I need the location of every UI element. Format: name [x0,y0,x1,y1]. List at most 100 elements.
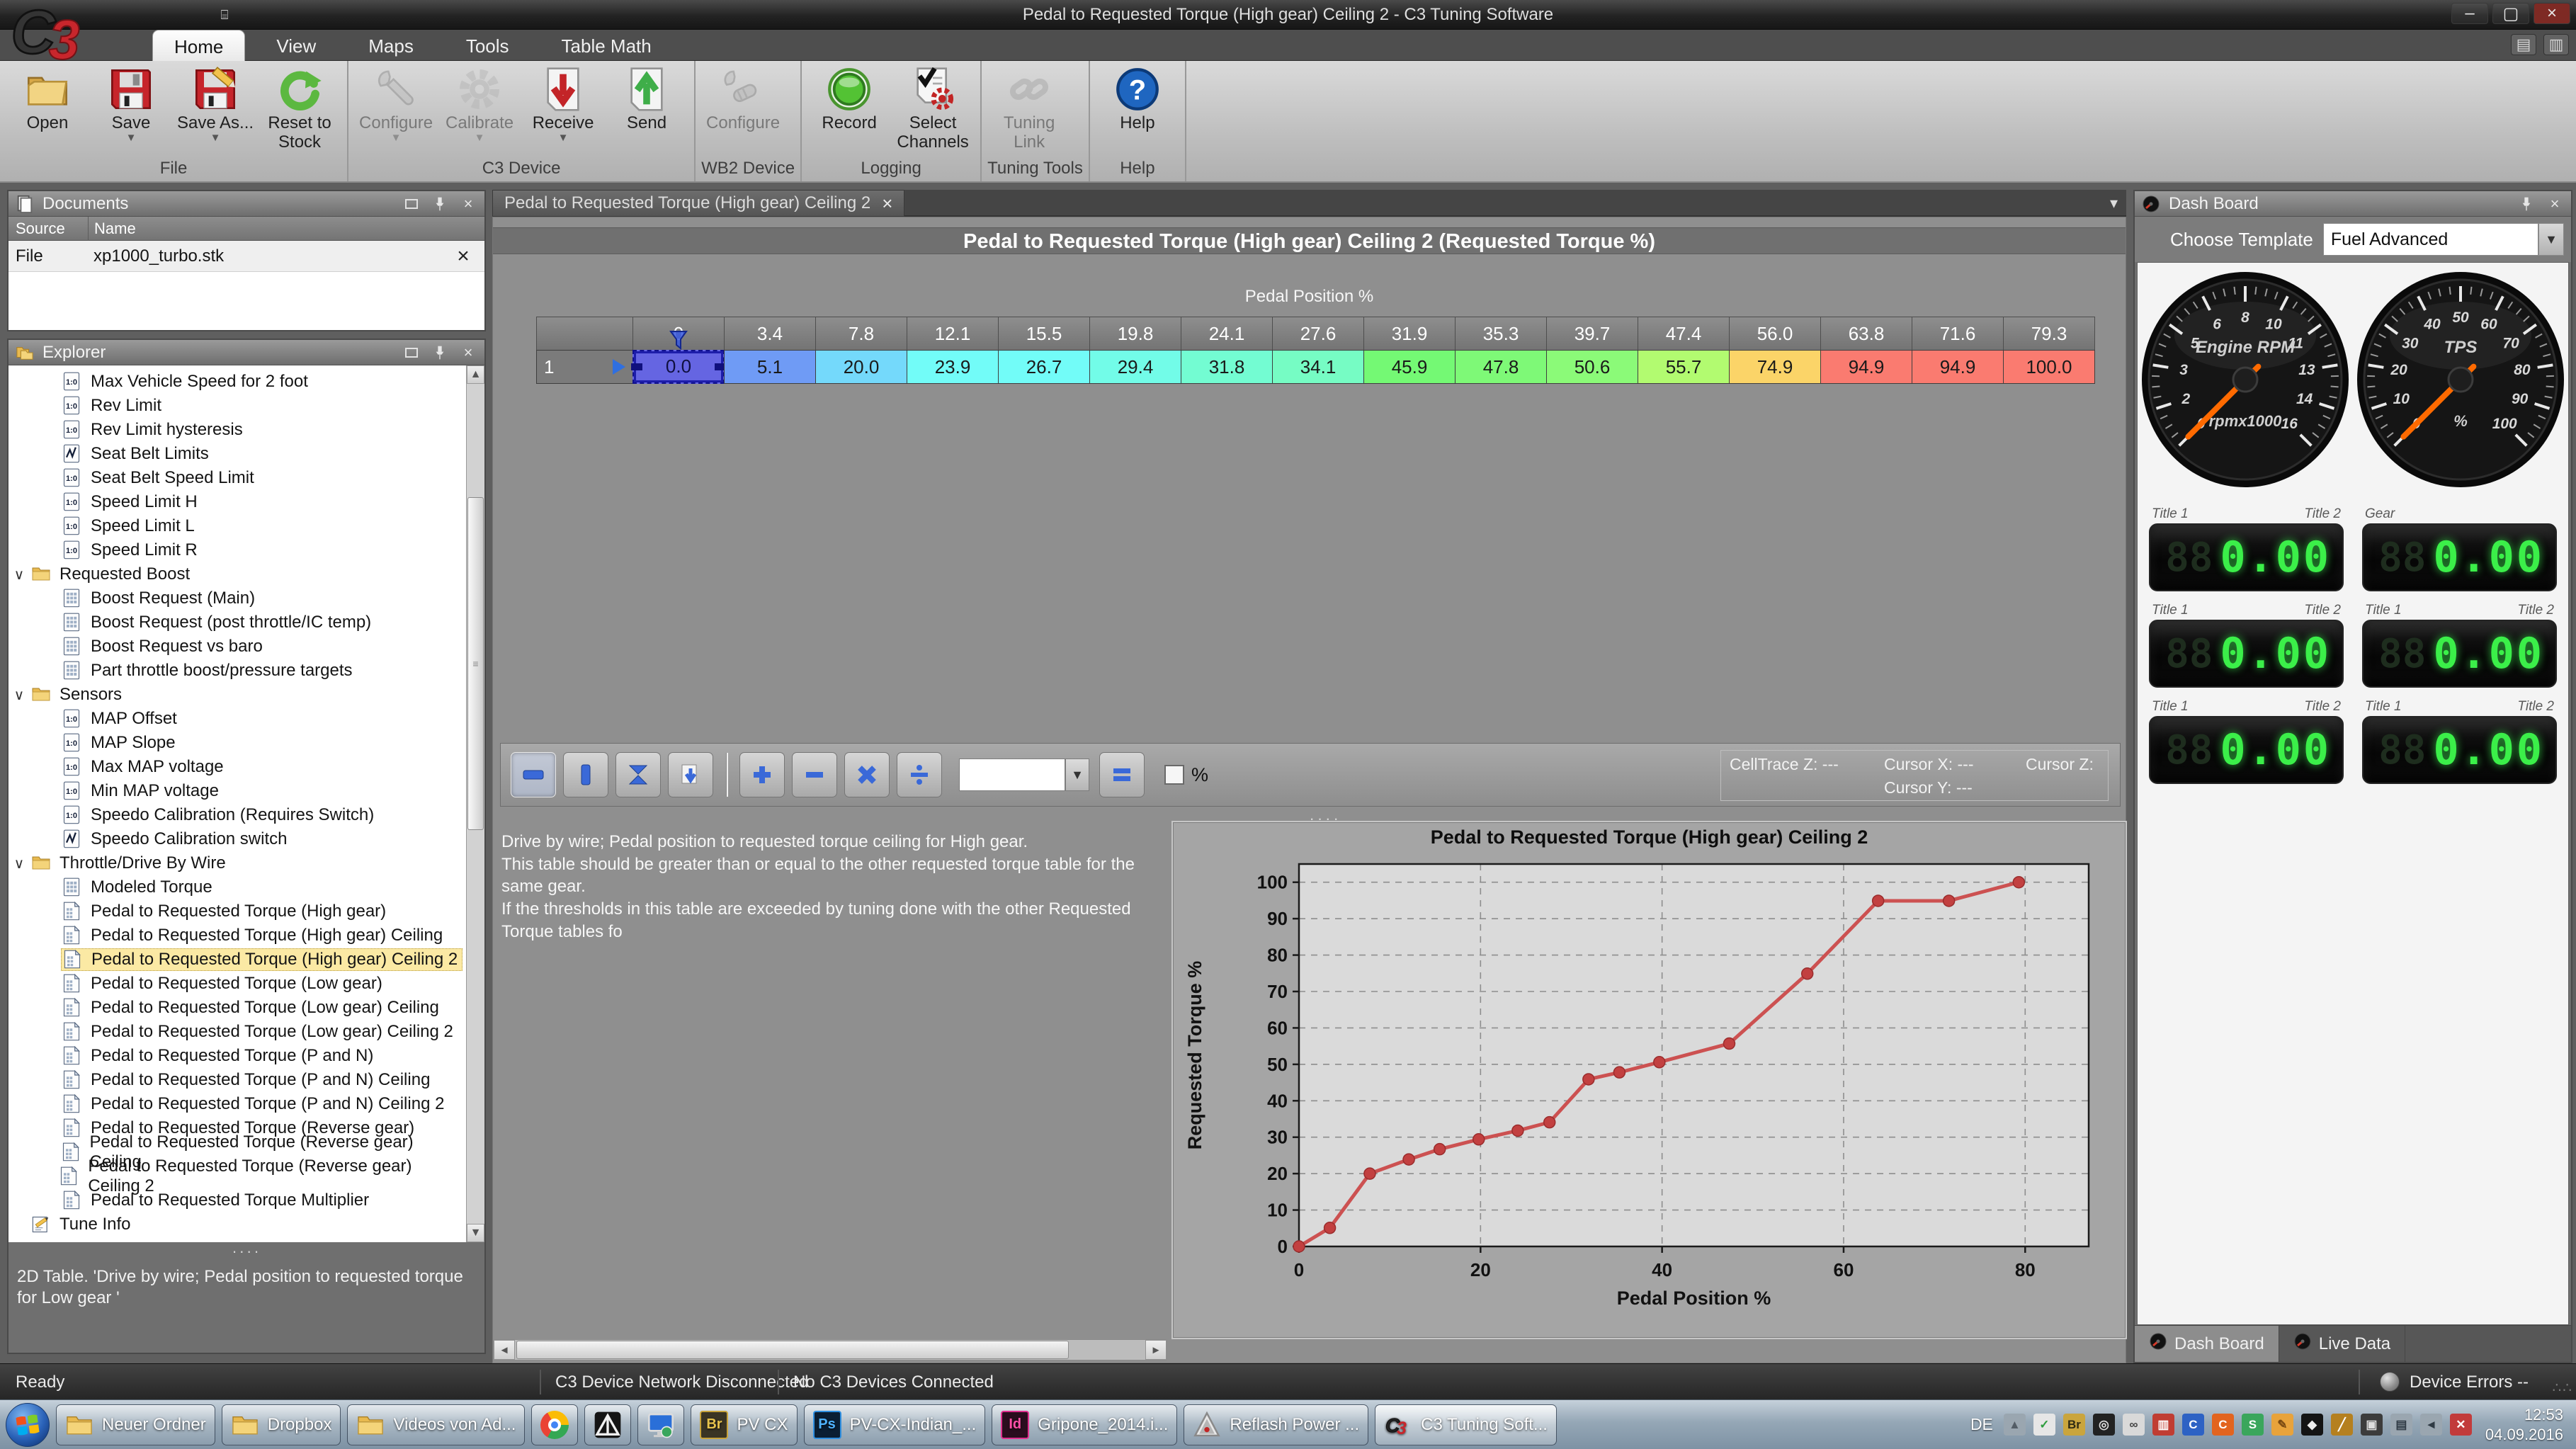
column-header-cell[interactable]: 0 [632,317,725,351]
taskbar-button-reflash-power[interactable]: Reflash Power ... [1184,1404,1368,1445]
column-header-cell[interactable]: 27.6 [1272,317,1364,351]
collapse-chevron-icon[interactable]: ∨ [8,686,30,704]
taskbar-button-neuer-ordner[interactable]: Neuer Ordner [56,1404,215,1445]
tree-item[interactable]: Modeled Torque [8,875,466,899]
value-combobox[interactable]: ▼ [959,758,1089,791]
tree-item[interactable]: Boost Request vs baro [8,635,466,659]
combobox-arrow-icon[interactable]: ▼ [1065,758,1089,791]
column-header-cell[interactable]: 63.8 [1820,317,1912,351]
column-header-cell[interactable]: 12.1 [907,317,999,351]
minimize-button[interactable]: – [2451,3,2488,24]
receive-button[interactable]: Receive▼ [521,64,605,146]
tray-icon[interactable]: S [2242,1414,2264,1436]
panel-close-icon[interactable]: × [458,195,479,213]
tree-item[interactable]: Pedal to Requested Torque (P and N) Ceil… [8,1092,466,1116]
tree-item[interactable]: Pedal to Requested Torque (Reverse gear)… [8,1164,466,1188]
horizontal-scrollbar[interactable]: ◄ ► [493,1339,1167,1360]
taskbar-button-c3-tuning-soft[interactable]: C3C3 Tuning Soft... [1375,1404,1557,1445]
window-style-icon-2[interactable]: ▥ [2543,34,2569,55]
panel-maximize-icon[interactable] [401,343,422,362]
tree-item[interactable]: 1:0MAP Slope [8,731,466,755]
value-cell[interactable]: 20.0 [815,350,907,384]
tree-item[interactable]: 1:0Speed Limit L [8,514,466,538]
column-header-cell[interactable]: 79.3 [2003,317,2095,351]
column-header-cell[interactable]: 3.4 [724,317,816,351]
value-cell[interactable]: 55.7 [1638,350,1730,384]
column-header-cell[interactable]: 35.3 [1455,317,1547,351]
scroll-down-icon[interactable]: ▼ [467,1224,484,1242]
save-button[interactable]: Save▼ [89,64,173,146]
column-header-cell[interactable]: 39.7 [1546,317,1638,351]
document-row[interactable]: Filexp1000_turbo.stk× [8,241,484,272]
taskbar-button-gripone-2014-i[interactable]: IdGripone_2014.i... [992,1404,1177,1445]
tray-icon[interactable]: C [2212,1414,2234,1436]
tray-icon[interactable]: ▲ [2004,1414,2026,1436]
dropdown-arrow-icon[interactable]: ▼ [2538,223,2564,256]
value-cell[interactable]: 100.0 [2003,350,2095,384]
tray-icon[interactable]: C [2182,1414,2204,1436]
panel-close-icon[interactable]: × [458,343,479,362]
tree-item[interactable]: 1:0Rev Limit [8,394,466,418]
open-button[interactable]: Open [6,64,89,136]
value-cell[interactable]: 26.7 [998,350,1090,384]
reset-to-stock-button[interactable]: Reset to Stock [258,64,341,155]
value-cell[interactable]: 74.9 [1729,350,1821,384]
multiply-button[interactable] [844,752,890,797]
scrollbar-thumb[interactable] [516,1341,1069,1359]
help-button[interactable]: ?Help [1096,64,1179,136]
tree-item[interactable]: 1:0Max Vehicle Speed for 2 foot [8,370,466,394]
tray-icon[interactable]: Br [2063,1414,2085,1436]
column-header-cell[interactable]: 71.6 [1912,317,2004,351]
tree-item[interactable]: Speedo Calibration switch [8,827,466,851]
save-as-button[interactable]: Save As...▼ [173,64,258,146]
panel-maximize-icon[interactable] [401,195,422,213]
tree-item[interactable]: 1:0Seat Belt Speed Limit [8,466,466,490]
tray-icon[interactable]: ▣ [2361,1414,2383,1436]
column-header-cell[interactable]: 56.0 [1729,317,1821,351]
menu-tab-maps[interactable]: Maps [347,30,435,61]
column-header-cell[interactable]: 47.4 [1638,317,1730,351]
panel-pin-icon[interactable] [429,343,450,362]
dropdown-arrow-icon[interactable]: ▼ [126,133,137,143]
tree-item[interactable]: Pedal to Requested Torque (High gear) [8,899,466,924]
tree-item[interactable]: Pedal to Requested Torque (P and N) [8,1044,466,1068]
tree-item[interactable]: Boost Request (post throttle/IC temp) [8,610,466,635]
tree-item[interactable]: 1:0Max MAP voltage [8,755,466,779]
tree-item[interactable]: ∨Requested Boost [8,562,466,586]
resize-grip-icon[interactable]: ∴∴ [2553,1379,2573,1397]
tray-icon[interactable]: ◄ [2420,1414,2442,1436]
tab-close-icon[interactable]: × [882,193,892,215]
value-cell[interactable]: 94.9 [1912,350,2004,384]
tree-item[interactable]: 1:0Rev Limit hysteresis [8,418,466,442]
tray-icon[interactable]: ◎ [2093,1414,2115,1436]
scrollbar-thumb[interactable]: ≡ [467,497,484,830]
explorer-scrollbar[interactable]: ▲ ≡ ▼ [466,365,484,1242]
tree-item[interactable]: Pedal to Requested Torque (Low gear) Cei… [8,996,466,1020]
value-input[interactable] [959,758,1065,791]
menu-tab-view[interactable]: View [255,30,337,61]
maximize-button[interactable]: ▢ [2492,3,2529,24]
column-header-cell[interactable]: 19.8 [1089,317,1181,351]
tree-item[interactable]: Boost Request (Main) [8,586,466,610]
tree-item[interactable]: Pedal to Requested Torque (High gear) Ce… [8,948,466,972]
taskbar-button-chrome[interactable] [531,1404,578,1445]
tree-item[interactable]: Seat Belt Limits [8,442,466,466]
tree-item[interactable]: 1:0Speed Limit R [8,538,466,562]
value-cell[interactable]: 23.9 [907,350,999,384]
value-cell[interactable]: 45.9 [1363,350,1456,384]
column-header-cell[interactable]: 24.1 [1181,317,1273,351]
add-button[interactable] [739,752,785,797]
tree-item[interactable]: Tune Info [8,1212,466,1237]
dropdown-arrow-icon[interactable]: ▼ [475,133,485,143]
quick-access-pin-icon[interactable]: ⌸ [212,6,237,24]
dashboard-tab-live-data[interactable]: Live Data [2279,1326,2405,1362]
tab-list-chevron-icon[interactable]: ▾ [2110,194,2118,212]
template-dropdown[interactable]: Fuel Advanced ▼ [2323,223,2564,256]
tree-item[interactable]: Part throttle boost/pressure targets [8,659,466,683]
tray-icon[interactable]: ✎ [2271,1414,2293,1436]
value-cell[interactable]: 5.1 [724,350,816,384]
record-button[interactable]: Record [807,64,891,136]
dropdown-arrow-icon[interactable]: ▼ [558,133,569,143]
tree-item[interactable]: Pedal to Requested Torque (Low gear) Cei… [8,1020,466,1044]
dropdown-arrow-icon[interactable]: ▼ [391,133,402,143]
